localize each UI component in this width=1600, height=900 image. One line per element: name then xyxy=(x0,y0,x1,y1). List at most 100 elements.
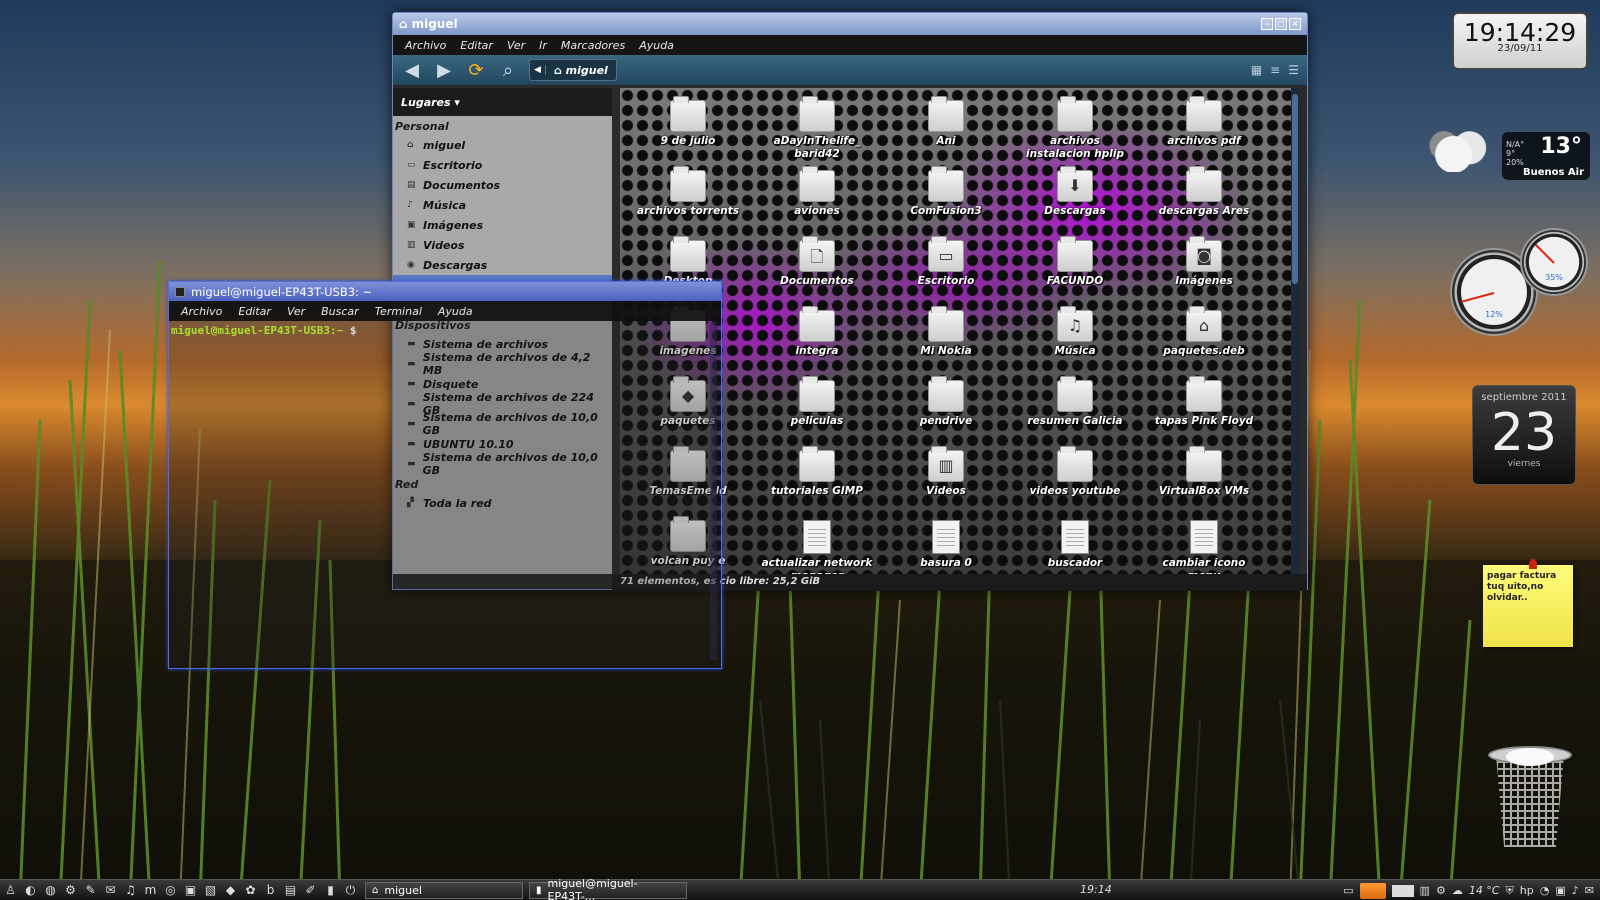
close-button[interactable]: × xyxy=(1289,18,1301,30)
file-item[interactable]: tutoriales GIMP xyxy=(761,446,873,498)
menu-ver[interactable]: Ver xyxy=(507,39,525,52)
keyboard-icon[interactable]: ▭ xyxy=(1343,884,1353,897)
file-item[interactable]: aDayInThelife_ barid42 xyxy=(761,96,873,161)
menu-archivo[interactable]: Archivo xyxy=(405,39,446,52)
reload-icon[interactable]: ⟳ xyxy=(465,60,487,81)
file-item[interactable]: ComFusion3 xyxy=(890,166,1002,218)
sidebar-item-miguel[interactable]: ⌂ miguel xyxy=(393,135,612,155)
terminal-icon[interactable]: ▮ xyxy=(322,882,339,899)
forward-arrow-icon[interactable]: ▶ xyxy=(433,60,455,81)
menu-marcadores[interactable]: Marcadores xyxy=(561,39,625,52)
term-menu-ver[interactable]: Ver xyxy=(287,305,305,318)
sticky-note[interactable]: pagar factura tuq uito,no olvidar.. xyxy=(1483,559,1573,647)
image-icon[interactable]: ▣ xyxy=(182,882,199,899)
firefox-icon[interactable] xyxy=(1359,882,1386,899)
shield-icon[interactable]: ⛨ xyxy=(1506,884,1514,898)
file-item[interactable]: tapas Pink Floyd xyxy=(1148,376,1260,428)
file-item[interactable]: videos youtube xyxy=(1019,446,1131,498)
file-item[interactable]: Ani xyxy=(890,96,1002,148)
menu-ir[interactable]: Ir xyxy=(539,39,547,52)
terminal-titlebar[interactable]: miguel@miguel-EP43T-USB3: ~ xyxy=(169,282,721,301)
file-item[interactable]: peliculas xyxy=(761,376,873,428)
file-item[interactable]: aviones xyxy=(761,166,873,218)
file-item[interactable]: archivos instalacion hplip xyxy=(1019,96,1131,161)
file-manager-titlebar[interactable]: ⌂ miguel – □ × xyxy=(393,13,1307,35)
sidebar-item-imagenes[interactable]: ▣ Imágenes xyxy=(393,215,612,235)
terminal-scrollbar[interactable] xyxy=(710,322,717,660)
taskbar-clock[interactable]: 19:14 xyxy=(1080,883,1112,896)
back-arrow-icon[interactable]: ◀ xyxy=(401,60,423,81)
editor-icon[interactable]: ✎ xyxy=(82,882,99,899)
term-menu-archivo[interactable]: Archivo xyxy=(181,305,222,318)
list-view-icon[interactable]: ≡ xyxy=(1270,63,1280,77)
sidebar-item-escritorio[interactable]: ▭ Escritorio xyxy=(393,155,612,175)
b-icon[interactable]: b xyxy=(262,882,279,899)
term-menu-terminal[interactable]: Terminal xyxy=(375,305,422,318)
icon-view-icon[interactable]: ▦ xyxy=(1251,63,1262,77)
sidebar-item-descargas[interactable]: ◉ Descargas xyxy=(393,255,612,275)
workspace-2-icon[interactable]: ▥ xyxy=(1420,884,1430,897)
volume-icon[interactable]: ♪ xyxy=(1572,884,1579,897)
file-item[interactable]: actualizar network manager xyxy=(761,520,873,574)
file-item[interactable]: pendrive xyxy=(890,376,1002,428)
power-icon[interactable]: ⏻ xyxy=(342,882,359,899)
folder-icon[interactable]: ▤ xyxy=(282,882,299,899)
path-crumb-home[interactable]: ⌂ miguel xyxy=(546,64,616,77)
sidebar-item-videos[interactable]: ▥ Videos xyxy=(393,235,612,255)
cube-icon[interactable]: ◆ xyxy=(222,882,239,899)
user-icon[interactable]: ♙ xyxy=(2,882,19,899)
task-terminal[interactable]: ▮ miguel@miguel-EP43T-... xyxy=(529,877,687,900)
sidebar-item-musica[interactable]: ♪ Música xyxy=(393,195,612,215)
file-item[interactable]: archivos torrents xyxy=(632,166,744,218)
search-icon[interactable]: ⌕ xyxy=(497,60,519,81)
path-left-arrow-icon[interactable]: ◀ xyxy=(530,65,546,75)
menu-editar[interactable]: Editar xyxy=(460,39,493,52)
media-icon[interactable]: ♫ xyxy=(122,882,139,899)
file-item[interactable]: ◙ Imágenes xyxy=(1148,236,1260,288)
pencil-icon[interactable]: ✐ xyxy=(302,882,319,899)
term-menu-ayuda[interactable]: Ayuda xyxy=(438,305,473,318)
scrollbar-thumb[interactable] xyxy=(1292,94,1298,284)
places-dropdown[interactable]: Lugares ▾ xyxy=(393,88,612,116)
mail-icon[interactable]: ✉ xyxy=(1585,884,1594,897)
file-item[interactable]: ⬇ Descargas xyxy=(1019,166,1131,218)
file-item[interactable]: ▭ Escritorio xyxy=(890,236,1002,288)
file-item[interactable]: descargas Ares xyxy=(1148,166,1260,218)
package-icon[interactable]: ▧ xyxy=(202,882,219,899)
file-item[interactable]: VirtualBox VMs xyxy=(1148,446,1260,498)
file-item[interactable]: cambiar icono menu xyxy=(1148,520,1260,574)
terminal-prompt[interactable]: miguel@miguel-EP43T-USB3:~ $ xyxy=(169,321,721,340)
path-bar[interactable]: ◀ ⌂ miguel xyxy=(529,59,617,81)
file-item[interactable]: basura 0 xyxy=(890,520,1002,570)
term-menu-buscar[interactable]: Buscar xyxy=(321,305,359,318)
minimize-button[interactable]: – xyxy=(1261,18,1273,30)
sidebar-item-documentos[interactable]: ▤ Documentos xyxy=(393,175,612,195)
paint-icon[interactable]: ✿ xyxy=(242,882,259,899)
file-item[interactable]: resumen Galicia xyxy=(1019,376,1131,428)
maximize-button[interactable]: □ xyxy=(1275,18,1287,30)
workspace-1-icon[interactable] xyxy=(1391,884,1414,897)
vertical-scrollbar[interactable] xyxy=(1291,88,1299,574)
browser-icon[interactable]: ◍ xyxy=(42,882,59,899)
term-menu-editar[interactable]: Editar xyxy=(238,305,271,318)
file-item[interactable]: ♫ Música xyxy=(1019,306,1131,358)
menu-ayuda[interactable]: Ayuda xyxy=(639,39,674,52)
terminal-window[interactable]: miguel@miguel-EP43T-USB3: ~ Archivo Edit… xyxy=(168,281,722,669)
file-item[interactable]: Mi Nokia xyxy=(890,306,1002,358)
task-file-manager[interactable]: ⌂ miguel xyxy=(365,881,523,899)
mail-icon[interactable]: ✉ xyxy=(102,882,119,899)
m-icon[interactable]: m xyxy=(142,882,159,899)
file-item[interactable]: 🗋 Documentos xyxy=(761,236,873,288)
disc-icon[interactable]: ◎ xyxy=(162,882,179,899)
settings-icon[interactable]: ⚙ xyxy=(62,882,79,899)
app-launcher-icon[interactable]: ◐ xyxy=(22,882,39,899)
file-item[interactable]: ▥ Videos xyxy=(890,446,1002,498)
trash-icon[interactable] xyxy=(1488,746,1572,850)
network-icon[interactable]: ▣ xyxy=(1555,884,1565,897)
file-item[interactable]: archivos pdf xyxy=(1148,96,1260,148)
update-icon[interactable]: ⚙ xyxy=(1436,884,1446,897)
rss-icon[interactable]: ◔ xyxy=(1540,884,1550,897)
weather-tray-icon[interactable]: ☁ xyxy=(1452,884,1463,897)
file-item[interactable]: integra xyxy=(761,306,873,358)
file-item[interactable]: FACUNDO xyxy=(1019,236,1131,288)
